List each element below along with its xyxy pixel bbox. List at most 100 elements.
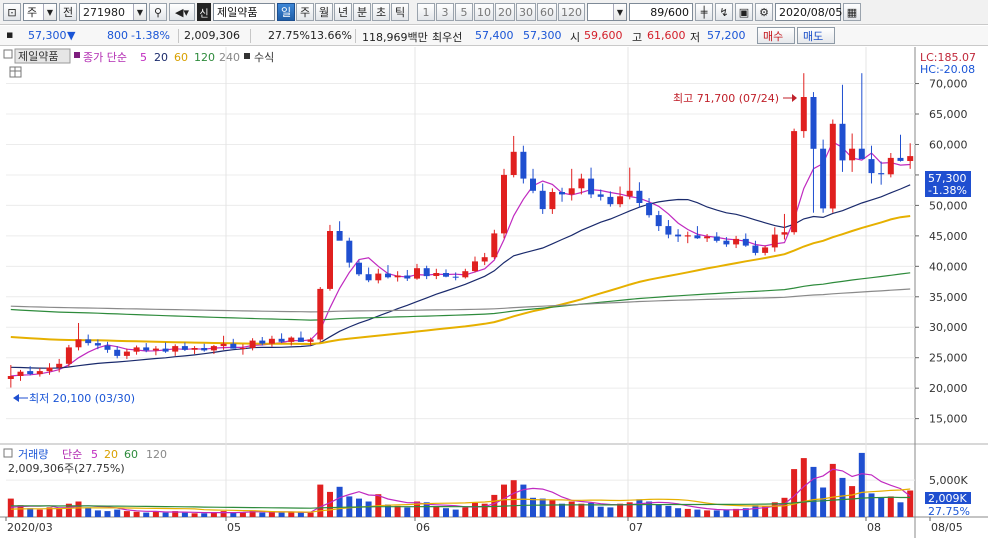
gear-icon[interactable]: ⚙: [755, 3, 773, 21]
stock-name-field[interactable]: 제일약품: [213, 3, 275, 21]
candle-body: [791, 131, 798, 233]
candle-body: [307, 339, 314, 342]
price-chart[interactable]: 70,00065,00060,00055,00050,00045,00040,0…: [0, 47, 988, 538]
y-tick-label: 25,000: [929, 352, 968, 365]
volume-bar: [597, 506, 604, 517]
volume-bar: [152, 511, 159, 517]
volume-bar: [210, 512, 217, 517]
interval-button-6[interactable]: 60: [537, 3, 557, 21]
volume-bar: [191, 513, 198, 517]
volume-bar: [723, 509, 730, 517]
candle-body: [46, 367, 53, 372]
candle-body: [481, 257, 488, 262]
candle-body: [462, 271, 469, 278]
last-volume-value: 2,009K: [928, 492, 967, 505]
count-field[interactable]: 89/600: [629, 3, 693, 21]
market-type-select[interactable]: 주 ▼: [23, 3, 57, 21]
market-type-value: 주: [27, 6, 38, 19]
down-arrow-icon: ▼: [67, 29, 76, 42]
search-icon[interactable]: ⚲: [149, 3, 167, 21]
candle-body: [65, 347, 72, 364]
y-tick-label: 35,000: [929, 291, 968, 304]
candle-body: [694, 235, 701, 239]
period-tab-2[interactable]: 월: [315, 3, 333, 21]
candle-icon[interactable]: ╪: [695, 3, 713, 21]
candle-body: [123, 351, 130, 356]
trend-icon[interactable]: ↯: [715, 3, 733, 21]
calendar-icon[interactable]: ▦: [843, 3, 861, 21]
speaker-icon[interactable]: ◀▾: [169, 3, 195, 21]
volume-bar: [307, 512, 314, 517]
volume-bar: [278, 512, 285, 517]
candle-body: [713, 236, 720, 241]
volume-bar: [336, 486, 343, 517]
candle-body: [829, 123, 836, 209]
interval-button-7[interactable]: 120: [558, 3, 585, 21]
candle-body: [887, 157, 894, 175]
candle-body: [356, 262, 362, 275]
candle-body: [568, 188, 575, 195]
ratio-pct: 13.66%: [310, 29, 352, 42]
chevron-down-icon: ▼: [613, 4, 626, 20]
candle-body: [423, 268, 430, 277]
date-field[interactable]: 2020/08/05: [775, 3, 842, 21]
candle-body: [636, 190, 643, 203]
candle-body: [75, 339, 82, 348]
stock-code-select[interactable]: 271980 ▼: [79, 3, 147, 21]
volume-bar: [472, 503, 478, 517]
candle-body: [210, 346, 217, 351]
high-annotation: 최고 71,700 (07/24): [673, 92, 797, 105]
interval-select[interactable]: ▼: [587, 3, 627, 21]
volume-bar: [239, 512, 246, 517]
volume-bar: [133, 511, 140, 517]
x-tick-label: 07: [629, 521, 643, 534]
volume-bar: [810, 466, 817, 517]
chart-type-icon[interactable]: ⊡: [3, 3, 21, 21]
interval-button-0[interactable]: 1: [417, 3, 435, 21]
save-icon[interactable]: ▣: [735, 3, 753, 21]
volume-legend-label: 거래량: [18, 448, 48, 461]
volume-bar: [646, 501, 653, 517]
sell-button[interactable]: 매도: [797, 27, 835, 44]
candle-body: [230, 343, 237, 349]
volume-bar: [887, 496, 894, 517]
volume-bar: [104, 511, 111, 517]
candle-body: [472, 261, 478, 272]
candle-body: [452, 276, 459, 278]
quote-bar: ▪ 57,300 ▼ 800 -1.38% 2,009,306 27.75% 1…: [0, 26, 988, 46]
period-tab-0[interactable]: 일: [277, 3, 295, 21]
interval-button-1[interactable]: 3: [436, 3, 454, 21]
volume-bar: [56, 508, 63, 517]
volume-bar: [655, 504, 662, 517]
interval-button-4[interactable]: 20: [495, 3, 515, 21]
interval-button-5[interactable]: 30: [516, 3, 536, 21]
period-tab-4[interactable]: 분: [353, 3, 371, 21]
candle-body: [346, 240, 353, 263]
chevron-down-icon: ▼: [133, 4, 146, 20]
volume-bar: [684, 508, 691, 517]
candle-body: [675, 234, 682, 237]
interval-button-3[interactable]: 10: [474, 3, 494, 21]
candle-body: [868, 159, 875, 174]
candle-body: [172, 346, 179, 352]
best-ask-label: 최우선: [432, 31, 463, 44]
volume-legend-ma60: 60: [124, 448, 138, 461]
checkbox-icon[interactable]: ▪: [6, 28, 13, 41]
candle-body: [181, 346, 188, 350]
high-price: 61,600: [647, 29, 686, 42]
period-tab-6[interactable]: 틱: [391, 3, 409, 21]
period-tab-1[interactable]: 주: [296, 3, 314, 21]
volume-bar: [578, 503, 585, 517]
candle-body: [36, 371, 43, 375]
volume-legend-ma5: 5: [91, 448, 98, 461]
prev-button[interactable]: 전: [59, 3, 77, 21]
buy-button[interactable]: 매수: [757, 27, 795, 44]
period-tab-5[interactable]: 초: [372, 3, 390, 21]
candle-body: [820, 148, 827, 209]
period-tab-3[interactable]: 년: [334, 3, 352, 21]
volume-bar: [259, 512, 266, 517]
interval-button-2[interactable]: 5: [455, 3, 473, 21]
price-change-pct: -1.38%: [131, 29, 170, 42]
volume-bar: [820, 487, 827, 517]
candle-body: [588, 178, 595, 195]
